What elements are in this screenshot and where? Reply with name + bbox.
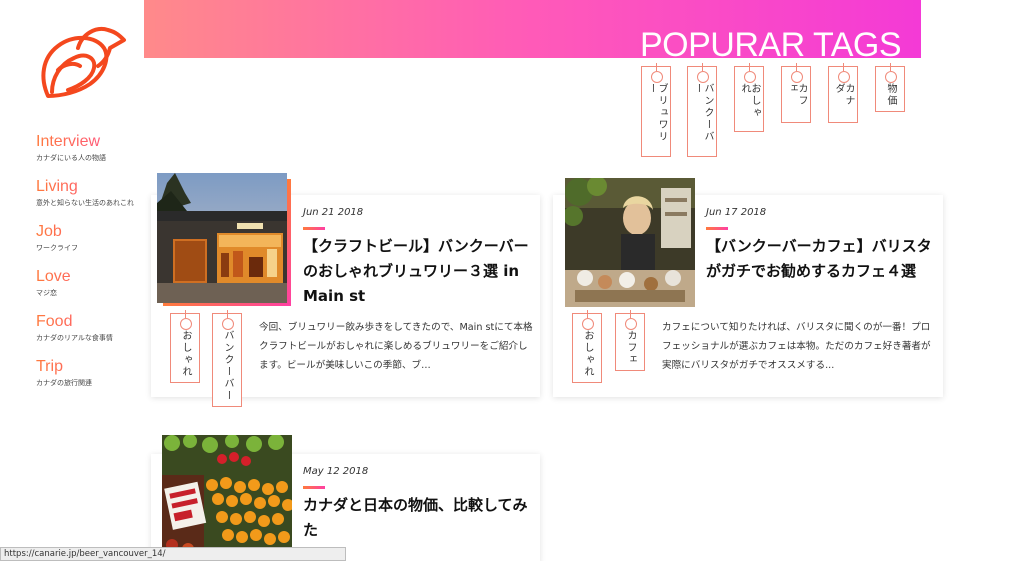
post-tag-cafe[interactable]: カフェ <box>615 310 645 371</box>
nav-label: Trip <box>36 357 151 377</box>
tag-oshare[interactable]: おしゃれ <box>734 63 764 132</box>
post-title[interactable]: 【バンクーバーカフェ】バリスタがガチでお勧めするカフェ４選 <box>706 234 936 284</box>
popular-tags-heading: POPURAR TAGS <box>640 26 902 64</box>
category-nav: Interview カナダにいる人の物語 Living 意外と知らない生活のあれ… <box>36 132 151 402</box>
tag-label: バンクーバー <box>692 83 713 143</box>
tag-label: ブリュワリー <box>646 83 667 143</box>
post-tag-oshare[interactable]: おしゃれ <box>170 310 200 383</box>
tag-label: 物価 <box>885 83 896 107</box>
barista-cafe-image <box>565 178 695 307</box>
nav-item-job[interactable]: Job ワークライフ <box>36 222 151 254</box>
post-title[interactable]: 【クラフトビール】バンクーバーのおしゃれブリュワリー３選 in Main st <box>303 234 533 309</box>
brewery-storefront-image <box>157 173 287 303</box>
tag-canada[interactable]: カナダ <box>828 63 858 123</box>
tag-label: カナダ <box>833 83 854 107</box>
nav-sublabel: カナダのリアルな食事情 <box>36 334 113 342</box>
nav-label: Food <box>36 312 151 332</box>
tag-cafe[interactable]: カフェ <box>781 63 811 123</box>
nav-sublabel: ワークライフ <box>36 244 78 252</box>
post-thumbnail-brewery[interactable] <box>157 173 287 303</box>
post-tag-oshare[interactable]: おしゃれ <box>572 310 602 383</box>
nav-sublabel: カナダにいる人の物語 <box>36 154 106 162</box>
tag-label: カフェ <box>786 83 807 107</box>
nav-item-interview[interactable]: Interview カナダにいる人の物語 <box>36 132 151 164</box>
post-excerpt: カフェについて知りたければ、バリスタに聞くのが一番！プロフェッショナルが選ぶカフ… <box>662 322 931 371</box>
post-date: Jun 17 2018 <box>706 207 767 218</box>
tag-label: おしゃれ <box>180 330 191 378</box>
post-thumbnail-cafe[interactable] <box>565 178 695 307</box>
tag-prices[interactable]: 物価 <box>875 63 905 112</box>
post-date: Jun 21 2018 <box>303 207 364 218</box>
nav-sublabel: 意外と知らない生活のあれこれ <box>36 199 134 207</box>
tag-label: おしゃれ <box>739 83 760 119</box>
accent-underline <box>303 486 325 489</box>
post-title[interactable]: カナダと日本の物価、比較してみた <box>303 493 533 543</box>
accent-underline <box>303 227 325 230</box>
nav-sublabel: マジ恋 <box>36 289 57 297</box>
nav-label: Interview <box>36 132 151 152</box>
nav-label: Love <box>36 267 151 287</box>
accent-underline <box>706 227 728 230</box>
nav-label: Living <box>36 177 151 197</box>
tag-vancouver[interactable]: バンクーバー <box>687 63 717 157</box>
market-produce-image <box>162 435 292 561</box>
nav-item-food[interactable]: Food カナダのリアルな食事情 <box>36 312 151 344</box>
tag-brewery[interactable]: ブリュワリー <box>641 63 671 157</box>
tag-label: カフェ <box>625 330 636 366</box>
tag-label: おしゃれ <box>582 330 593 378</box>
nav-label: Job <box>36 222 151 242</box>
post-date: May 12 2018 <box>303 466 369 477</box>
nav-sublabel: カナダの旅行関連 <box>36 379 92 387</box>
nav-item-trip[interactable]: Trip カナダの旅行関連 <box>36 357 151 389</box>
tag-label: バンクーバー <box>222 330 233 402</box>
nav-item-love[interactable]: Love マジ恋 <box>36 267 151 299</box>
post-tag-vancouver[interactable]: バンクーバー <box>212 310 242 407</box>
post-excerpt: 今回、ブリュワリー飲み歩きをしてきたので、Main stにて本格クラフトビールが… <box>259 322 533 371</box>
status-bar-url: https://canarie.jp/beer_vancouver_14/ <box>0 547 346 561</box>
nav-item-living[interactable]: Living 意外と知らない生活のあれこれ <box>36 177 151 209</box>
post-thumbnail-market[interactable] <box>162 435 292 561</box>
bird-logo-icon[interactable] <box>34 22 134 100</box>
